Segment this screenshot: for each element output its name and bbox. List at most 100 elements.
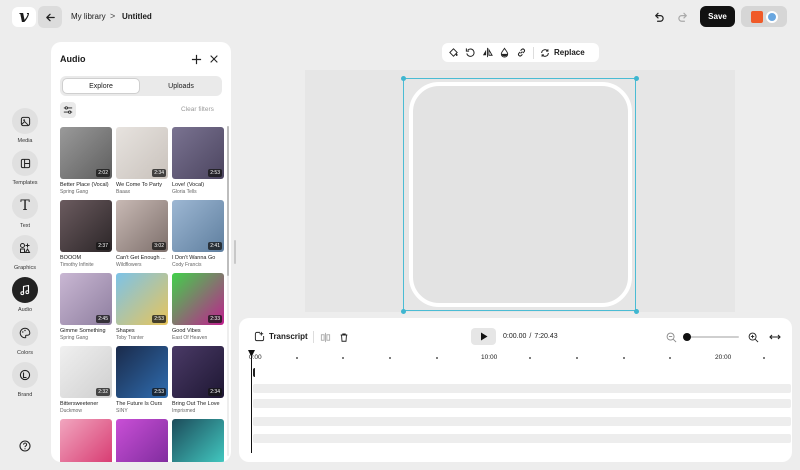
audio-track-card[interactable]: 3:02 Can't Get Enough ... Wildflowers	[116, 200, 168, 268]
breadcrumb-my-library[interactable]: My library	[71, 12, 106, 21]
audio-track-card[interactable]: 2:34 We Come To Party Baaax	[116, 127, 168, 195]
audio-track-card[interactable]	[60, 419, 112, 462]
timeline-track[interactable]	[253, 417, 791, 426]
time-total: 7:20.43	[534, 333, 558, 340]
zoom-slider-thumb[interactable]	[683, 333, 691, 341]
save-button[interactable]: Save	[700, 6, 735, 27]
sidebar-item-brand[interactable]: Brand	[10, 362, 40, 398]
resize-handle-top-left[interactable]	[401, 76, 406, 81]
brand-logo-icon	[750, 10, 763, 23]
resize-handle-top-right[interactable]	[634, 76, 639, 81]
audio-track-card[interactable]: 2:53 Love! (Vocal) Gloria Tells	[172, 127, 224, 195]
zoom-slider[interactable]	[683, 331, 739, 343]
link-icon[interactable]	[516, 47, 527, 58]
filter-button[interactable]	[60, 102, 76, 118]
ruler-tick	[575, 357, 578, 359]
zoom-in-button[interactable]	[747, 331, 759, 343]
vimeo-logo[interactable]: v	[12, 7, 36, 27]
audio-track-card[interactable]: 2:33 Good Vibes East Of Heaven	[172, 273, 224, 341]
panel-title: Audio	[60, 54, 86, 64]
audio-track-card[interactable]	[116, 419, 168, 462]
opacity-icon[interactable]	[499, 47, 510, 58]
audio-track-thumbnail: 3:02	[116, 200, 168, 252]
track-title: BOOOM	[60, 255, 82, 261]
zoom-in-icon	[748, 332, 758, 342]
sidebar-item-templates[interactable]: Templates	[10, 150, 40, 186]
rotate-icon[interactable]	[465, 47, 476, 58]
audio-track-card[interactable]: 2:34 Bring Out The Love Imprismed	[172, 346, 224, 414]
sidebar-item-colors[interactable]: Colors	[10, 320, 40, 356]
ruler-tick	[669, 357, 672, 359]
ruler-tick	[295, 357, 298, 359]
avatar	[765, 10, 778, 23]
track-duration: 2:33	[208, 315, 222, 323]
help-button[interactable]	[18, 439, 32, 453]
timeline-track[interactable]	[253, 384, 791, 393]
sidebar-item-label: Colors	[17, 350, 33, 356]
brand-switcher[interactable]	[741, 6, 787, 27]
clear-filters-button[interactable]: Clear filters	[181, 106, 214, 113]
replace-button[interactable]: Replace	[540, 48, 585, 58]
sidebar-item-text[interactable]: T Text	[10, 193, 40, 229]
track-title: Shapes	[116, 328, 135, 334]
play-button[interactable]	[471, 328, 496, 345]
ruler-tick	[762, 357, 765, 359]
audio-track-thumbnail: 2:32	[60, 346, 112, 398]
back-button[interactable]	[38, 6, 62, 28]
undo-icon	[654, 12, 664, 22]
expand-horizontal-icon	[768, 334, 781, 340]
playhead-line	[251, 356, 252, 453]
sidebar-item-label: Graphics	[13, 265, 36, 271]
panel-resize-handle[interactable]	[234, 240, 236, 264]
audio-track-card[interactable]	[172, 419, 224, 462]
audio-track-thumbnail: 2:34	[172, 346, 224, 398]
audio-track-card[interactable]: 2:53 Shapes Toby Tranter	[116, 273, 168, 341]
audio-track-card[interactable]: 2:02 Better Place (Vocal) Spring Gang	[60, 127, 112, 195]
timeline-ruler[interactable]: 0:00 10:00 20:00	[249, 350, 789, 364]
ruler-label: 20:00	[715, 354, 732, 361]
audio-track-card[interactable]: 2:41 I Don't Wanna Go Cody Francis	[172, 200, 224, 268]
timeline-track[interactable]	[253, 434, 791, 443]
tab-explore[interactable]: Explore	[62, 78, 140, 94]
flip-icon[interactable]	[482, 47, 493, 58]
audio-track-card[interactable]: 2:37 BOOOM Timothy Infinite	[60, 200, 112, 268]
toolbar-divider	[533, 46, 534, 59]
close-panel-button[interactable]	[207, 52, 221, 66]
track-title: I Don't Wanna Go	[172, 255, 216, 261]
audio-track-card[interactable]: 2:45 Gimme Something Spring Gang	[60, 273, 112, 341]
track-duration: 2:53	[152, 315, 166, 323]
resize-handle-bottom-left[interactable]	[401, 309, 406, 314]
text-icon: T	[12, 193, 38, 219]
timeline-track[interactable]	[253, 368, 791, 377]
zoom-out-button[interactable]	[665, 331, 677, 343]
resize-handle-bottom-right[interactable]	[634, 309, 639, 314]
audio-track-thumbnail: 2:02	[60, 127, 112, 179]
fit-timeline-button[interactable]	[768, 331, 781, 343]
audio-track-card[interactable]: 2:53 The Future Is Ours SINY	[116, 346, 168, 414]
breadcrumb-current: Untitled	[122, 12, 152, 21]
audio-track-card[interactable]: 2:32 Bittersweetener Duckmow	[60, 346, 112, 414]
tab-uploads[interactable]: Uploads	[142, 78, 220, 94]
audio-track-thumbnail	[60, 419, 112, 462]
delete-button[interactable]	[338, 331, 350, 343]
sidebar-item-graphics[interactable]: Graphics	[10, 235, 40, 271]
timeline-track[interactable]	[253, 399, 791, 408]
sidebar-item-media[interactable]: Media	[10, 108, 40, 144]
sidebar-item-audio[interactable]: Audio	[10, 277, 40, 313]
split-button[interactable]	[319, 331, 331, 343]
paint-bucket-icon[interactable]	[448, 47, 459, 58]
redo-button[interactable]	[675, 9, 691, 25]
add-audio-button[interactable]	[189, 52, 203, 66]
track-artist: Spring Gang	[60, 189, 89, 195]
undo-button[interactable]	[650, 9, 666, 25]
transcript-icon	[254, 331, 265, 342]
time-display: 0:00.00 / 7:20.43	[503, 333, 558, 340]
track-title: Better Place (Vocal)	[60, 182, 109, 188]
ruler-tick	[529, 357, 532, 359]
track-artist: Toby Tranter	[116, 335, 144, 341]
transcript-button[interactable]: Transcript	[254, 331, 308, 342]
scrollbar-thumb[interactable]	[227, 126, 229, 276]
track-title: Gimme Something	[60, 328, 106, 334]
track-artist: Duckmow	[60, 408, 82, 414]
close-icon	[210, 55, 218, 63]
